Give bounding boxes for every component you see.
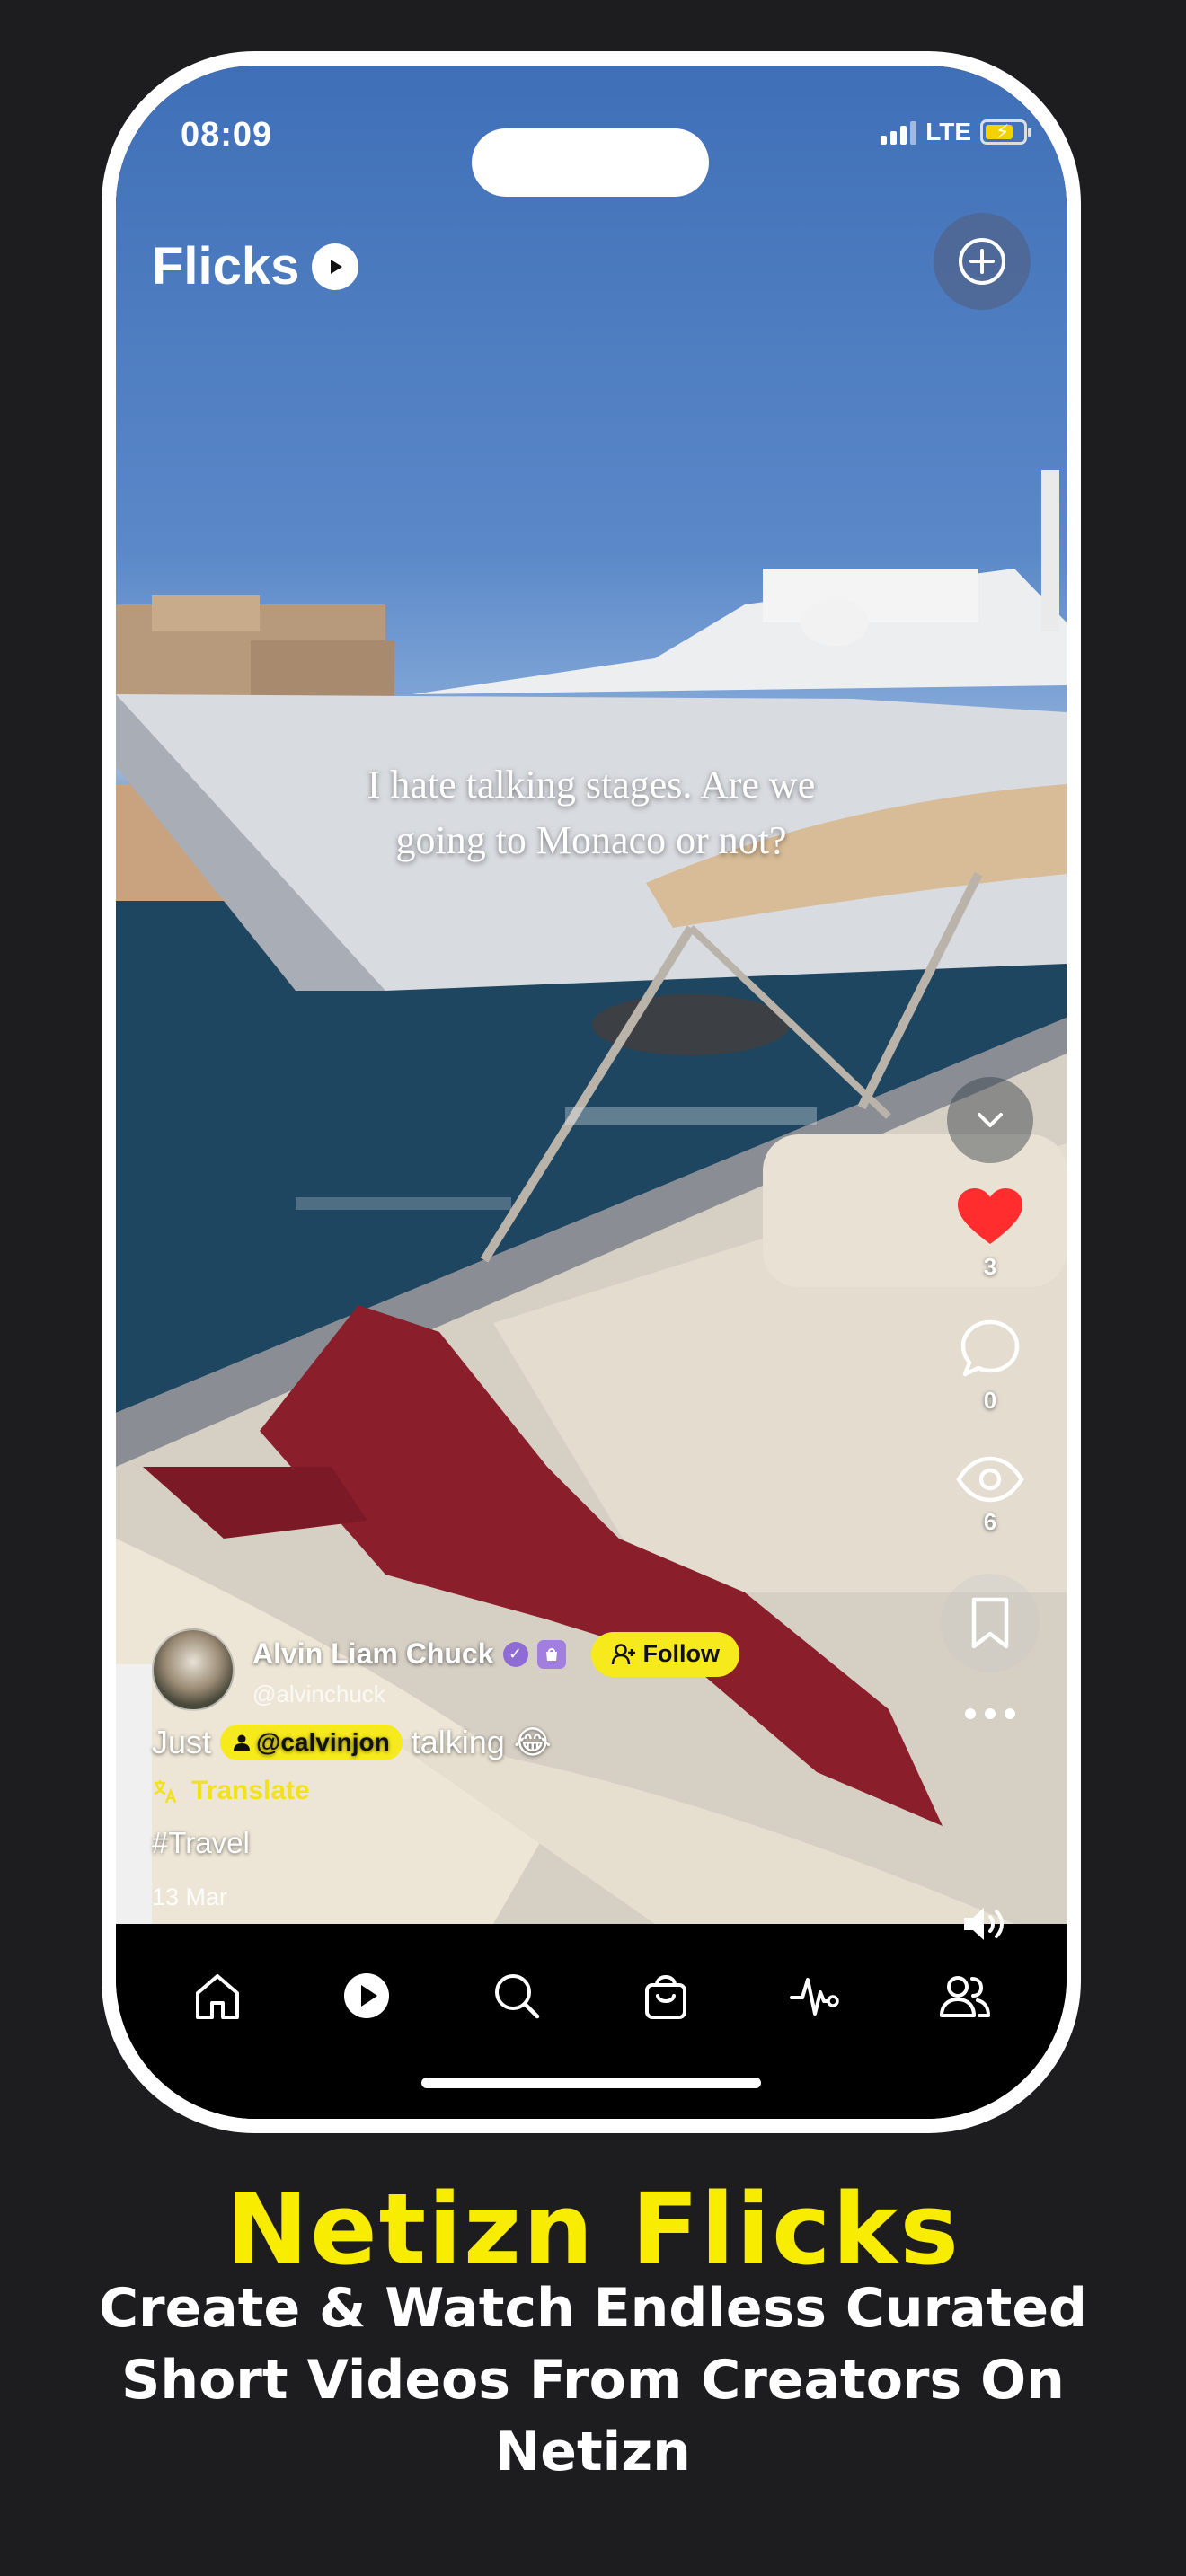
status-time: 08:09	[181, 116, 273, 154]
heart-icon[interactable]	[956, 1187, 1024, 1248]
verified-badge-icon: ✓	[502, 1641, 528, 1667]
save-button[interactable]	[941, 1574, 1040, 1672]
bookmark-icon	[971, 1597, 1009, 1649]
post-date: 13 Mar	[152, 1883, 228, 1910]
promo-title: Netizn Flicks	[226, 2172, 960, 2287]
creator-handle[interactable]: @alvinchuck	[252, 1681, 739, 1708]
avatar[interactable]	[152, 1628, 235, 1711]
search-icon	[494, 1974, 540, 2019]
home-icon	[196, 1974, 240, 2019]
volume-icon	[964, 1908, 1004, 1940]
shop-badge-icon	[536, 1639, 566, 1669]
translate-icon	[154, 1780, 177, 1804]
like-count: 3	[983, 1253, 997, 1280]
more-dots-icon	[965, 1708, 1015, 1719]
post-prefix: Just	[152, 1724, 212, 1760]
mention-tag[interactable]: @calvinjon	[220, 1725, 403, 1760]
bottom-nav	[116, 1924, 1067, 2119]
caption-line-1: I hate talking stages. Are we	[367, 763, 816, 807]
post-suffix: talking 😂	[411, 1724, 552, 1760]
play-circle-icon	[344, 1973, 390, 2018]
dynamic-island	[472, 128, 709, 197]
comment-action[interactable]: 0	[958, 1317, 1022, 1415]
more-button[interactable]	[963, 1707, 1017, 1725]
creator-name[interactable]: Alvin Liam Chuck	[252, 1637, 494, 1671]
like-action[interactable]: 3	[956, 1187, 1024, 1281]
promo-subtitle-line-3: Netizn	[495, 2421, 691, 2483]
collapse-button[interactable]	[947, 1077, 1033, 1163]
caption-line-2: going to Monaco or not?	[395, 818, 787, 862]
shopping-bag-icon	[645, 1975, 687, 2019]
eye-icon	[956, 1456, 1024, 1503]
nav-home[interactable]	[181, 1960, 253, 2032]
status-icons: LTE ⚡	[881, 118, 1031, 146]
chevron-down-icon	[978, 1113, 1003, 1127]
promo-subtitle-line-1: Create & Watch Endless Curated	[98, 2277, 1088, 2340]
nav-shop[interactable]	[630, 1960, 702, 2032]
nav-flicks[interactable]	[331, 1960, 403, 2032]
create-button[interactable]	[934, 213, 1031, 310]
nav-activity[interactable]	[779, 1960, 851, 2032]
home-indicator[interactable]	[421, 2078, 761, 2088]
play-icon	[312, 243, 359, 290]
view-count: 6	[983, 1508, 997, 1535]
page-title[interactable]: Flicks	[152, 236, 359, 296]
phone-screen: 08:09 LTE ⚡ Flicks I hate talking stages…	[116, 66, 1067, 2119]
network-label: LTE	[925, 118, 971, 146]
plus-circle-icon	[959, 238, 1005, 285]
user-icon	[234, 1734, 251, 1751]
video-caption: I hate talking stages. Are we going to M…	[116, 757, 1067, 869]
page-title-text: Flicks	[152, 237, 300, 296]
nav-people[interactable]	[929, 1960, 1001, 2032]
battery-icon: ⚡	[980, 119, 1031, 145]
volume-button[interactable]	[960, 1903, 1011, 1949]
comment-count: 0	[983, 1387, 997, 1414]
translate-label: Translate	[191, 1776, 310, 1805]
promo-subtitle-line-2: Short Videos From Creators On	[121, 2349, 1065, 2412]
add-user-icon	[611, 1643, 635, 1664]
views-action: 6	[956, 1456, 1024, 1536]
phone-frame: 08:09 LTE ⚡ Flicks I hate talking stages…	[102, 51, 1081, 2133]
status-bar: 08:09 LTE ⚡	[116, 66, 1067, 197]
people-icon	[939, 1976, 990, 2017]
activity-icon	[790, 1978, 840, 2016]
comment-icon[interactable]	[958, 1317, 1022, 1381]
promo-subtitle: Create & Watch Endless Curated Short Vid…	[72, 2272, 1114, 2488]
hashtag-link[interactable]: #Travel	[152, 1826, 739, 1860]
post-text: Just @calvinjon talking 😂	[152, 1724, 739, 1761]
translate-button[interactable]: Translate	[152, 1776, 739, 1806]
creator-info: Alvin Liam Chuck ✓ Follow @alvinchuck Ju…	[152, 1628, 739, 1911]
follow-label: Follow	[642, 1640, 720, 1667]
mention-label: @calvinjon	[256, 1728, 390, 1756]
follow-button[interactable]: Follow	[590, 1631, 739, 1677]
signal-icon	[881, 119, 917, 145]
side-actions: 3 0 6	[941, 1077, 1040, 1725]
nav-search[interactable]	[481, 1960, 553, 2032]
